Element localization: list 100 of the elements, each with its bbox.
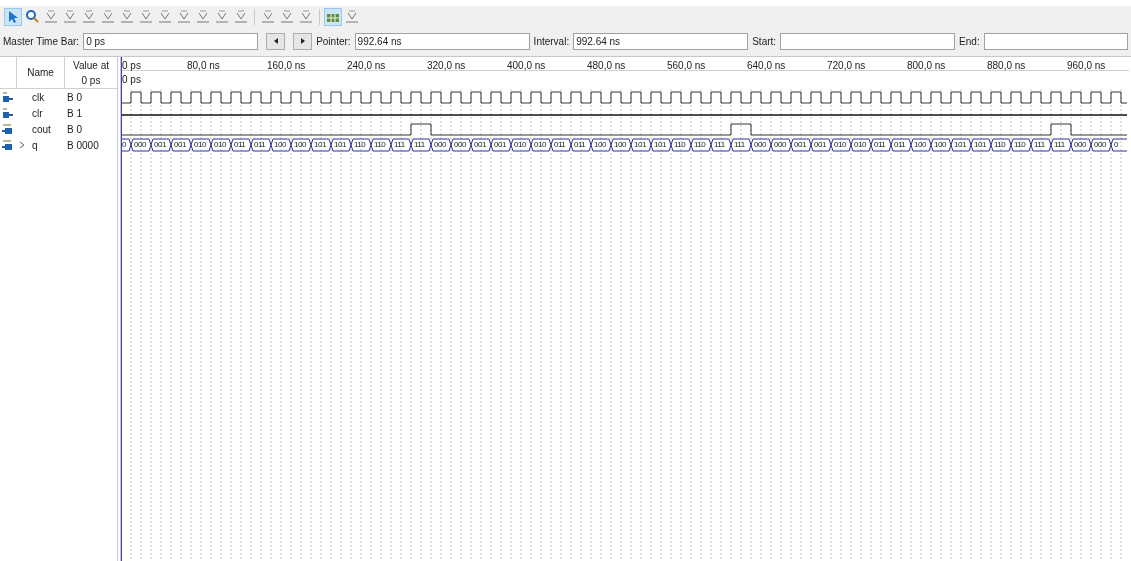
bus-value: 101 <box>634 139 646 151</box>
bus-value: 101 <box>334 139 346 151</box>
waveform-tool-button[interactable] <box>343 8 361 26</box>
bus-value: 010 <box>834 139 846 151</box>
bus-value: 110 <box>374 139 386 151</box>
waveform-tool-button[interactable] <box>259 8 277 26</box>
end-field[interactable] <box>983 32 1128 50</box>
signal-value: B 0 <box>67 90 82 105</box>
bus-value: 000 <box>1074 139 1086 151</box>
waveform-tool-button[interactable] <box>42 8 60 26</box>
bus-value: 001 <box>174 139 186 151</box>
bus-value: 011 <box>554 139 566 151</box>
waveform-tool-button[interactable] <box>213 8 231 26</box>
waveform-tool-icon <box>298 9 314 25</box>
waveform-tool-button[interactable] <box>232 8 250 26</box>
bus-value: 111 <box>1034 139 1045 151</box>
master-time-bar-label: Master Time Bar: <box>3 34 80 49</box>
bus-value: 001 <box>814 139 826 151</box>
waveform-tool-icon <box>43 9 59 25</box>
waveform-tool-icon <box>233 9 249 25</box>
bus-value: 111 <box>414 139 425 151</box>
bus-value: 011 <box>574 139 586 151</box>
interval-field[interactable]: 992.64 ns <box>573 32 749 50</box>
waveform-tool-button[interactable] <box>278 8 296 26</box>
waveform-tool-icon <box>344 9 360 25</box>
bus-value: 100 <box>294 139 306 151</box>
end-label: End: <box>959 34 980 49</box>
zoom-icon <box>24 9 40 25</box>
bus-value: 011 <box>874 139 886 151</box>
bus-value: 001 <box>474 139 486 151</box>
bus-value: 101 <box>314 139 326 151</box>
bus-value: 110 <box>694 139 706 151</box>
bus-value: 111 <box>714 139 725 151</box>
left-triangle-icon <box>272 38 279 44</box>
bus-value: 010 <box>194 139 206 151</box>
bus-value: 010 <box>214 139 226 151</box>
waveform-tool-icon <box>62 9 78 25</box>
bus-value: 000 <box>754 139 766 151</box>
time-tick-label: 480,0 ns <box>587 59 626 73</box>
input-pin-icon <box>2 107 14 119</box>
waveform-tool-icon <box>81 9 97 25</box>
bus-value: 001 <box>794 139 806 151</box>
bus-value: 010 <box>534 139 546 151</box>
bus-value: 000 <box>454 139 466 151</box>
time-tick-label: 0 ps <box>122 59 141 73</box>
start-label: Start: <box>752 34 777 49</box>
grid-button[interactable] <box>324 8 342 26</box>
time-tick-label: 800,0 ns <box>907 59 946 73</box>
bus-value: 110 <box>994 139 1006 151</box>
time-tick-label: 720,0 ns <box>827 59 866 73</box>
pointer-button[interactable] <box>4 8 22 26</box>
bus-value: 101 <box>974 139 986 151</box>
waveform-tool-button[interactable] <box>297 8 315 26</box>
time-tick-label: 880,0 ns <box>987 59 1026 73</box>
bus-value: 100 <box>594 139 606 151</box>
waveform-tool-icon <box>176 9 192 25</box>
output-pin-icon <box>2 139 14 151</box>
bus-value: 001 <box>154 139 166 151</box>
signal-name: clr <box>32 106 43 121</box>
bus-value: 100 <box>934 139 946 151</box>
input-pin-icon <box>2 91 14 103</box>
waveform-tool-button[interactable] <box>156 8 174 26</box>
bus-value: 011 <box>254 139 266 151</box>
master-time-bar-field[interactable]: 0 ps <box>83 32 259 50</box>
waveform-tool-button[interactable] <box>118 8 136 26</box>
waveform-tool-icon <box>119 9 135 25</box>
toolbar-separator <box>319 9 320 25</box>
bus-value: 111 <box>1054 139 1065 151</box>
waveform-tool-button[interactable] <box>99 8 117 26</box>
waveform-tool-button[interactable] <box>61 8 79 26</box>
time-tick-label: 640,0 ns <box>747 59 786 73</box>
pointer-field[interactable]: 992.64 ns <box>354 32 530 50</box>
bus-value: 111 <box>734 139 745 151</box>
start-field[interactable] <box>780 32 956 50</box>
right-triangle-icon <box>299 38 306 44</box>
time-tick-label: 960,0 ns <box>1067 59 1106 73</box>
waveform-tool-button[interactable] <box>80 8 98 26</box>
waveform-tool-icon <box>195 9 211 25</box>
waveform-tool-icon <box>157 9 173 25</box>
next-transition-button[interactable] <box>293 32 313 50</box>
bus-value: 000 <box>1094 139 1106 151</box>
waveform-tool-button[interactable] <box>194 8 212 26</box>
bus-value: 000 <box>434 139 446 151</box>
waveform-tool-button[interactable] <box>175 8 193 26</box>
bus-value: 111 <box>394 139 405 151</box>
bus-value: 100 <box>614 139 626 151</box>
previous-transition-button[interactable] <box>266 32 286 50</box>
interval-label: Interval: <box>533 34 570 49</box>
bus-value: 0 <box>122 139 126 151</box>
bus-value: 001 <box>494 139 506 151</box>
waveform-tool-button[interactable] <box>137 8 155 26</box>
signal-name: q <box>32 138 38 153</box>
waveform-tool-icon <box>138 9 154 25</box>
signal-value: B 1 <box>67 106 82 121</box>
column-header: Value at 0 ps <box>73 58 109 88</box>
time-tick-label: 560,0 ns <box>667 59 706 73</box>
signal-value: B 0000 <box>67 138 99 153</box>
time-tick-label: 80,0 ns <box>187 59 220 73</box>
time-tick-label: 400,0 ns <box>507 59 546 73</box>
waveform-tool-icon <box>100 9 116 25</box>
